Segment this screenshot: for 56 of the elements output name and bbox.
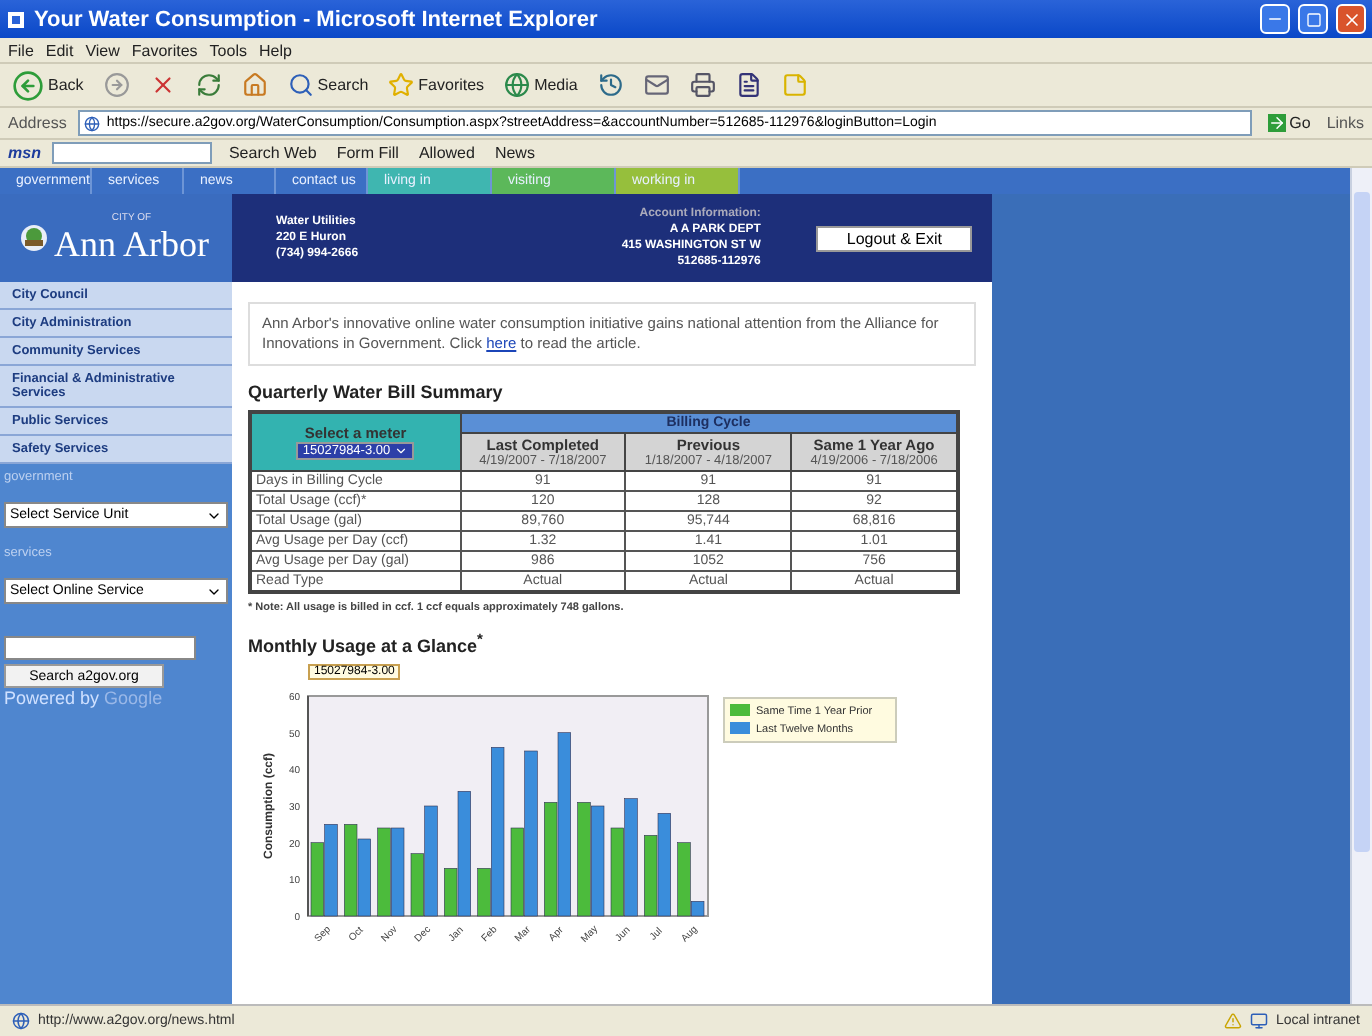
msn-toolbar-item[interactable]: Allowed bbox=[414, 144, 479, 162]
page-icon bbox=[84, 115, 101, 131]
browser-icon bbox=[6, 9, 26, 29]
window-title: Your Water Consumption - Microsoft Internet Explorer bbox=[34, 7, 600, 31]
address-label: Address bbox=[8, 114, 67, 132]
globe-icon bbox=[12, 1012, 30, 1030]
refresh-icon bbox=[195, 72, 222, 98]
mail-button[interactable] bbox=[639, 72, 674, 98]
arrow-right-icon bbox=[1267, 114, 1286, 132]
warning-icon bbox=[1223, 1012, 1242, 1030]
history-icon bbox=[597, 72, 624, 98]
favorites-button[interactable]: Favorites bbox=[384, 72, 489, 98]
city-name: Ann Arbor bbox=[54, 223, 209, 265]
msn-search-field[interactable] bbox=[52, 142, 213, 164]
msn-toolbar-item[interactable]: News bbox=[490, 144, 539, 162]
maximize-button[interactable] bbox=[1298, 4, 1328, 34]
menu-item[interactable]: Favorites bbox=[131, 41, 198, 59]
menu-item[interactable]: File bbox=[8, 41, 34, 59]
dropdown-icon bbox=[394, 444, 409, 458]
menu-item[interactable]: View bbox=[85, 41, 120, 59]
media-button[interactable]: Media bbox=[500, 72, 582, 98]
print-button[interactable] bbox=[685, 72, 720, 98]
menu-item[interactable]: Help bbox=[258, 41, 292, 59]
search-field[interactable] bbox=[4, 636, 196, 660]
back-button[interactable]: Back bbox=[8, 69, 88, 101]
msn-logo: msn bbox=[8, 144, 41, 162]
search-icon bbox=[287, 72, 314, 98]
close-icon bbox=[1341, 9, 1361, 29]
menu-item[interactable]: Tools bbox=[209, 41, 247, 59]
msn-toolbar-item[interactable]: Search Web bbox=[224, 144, 321, 162]
logout-button[interactable]: Logout & Exit bbox=[816, 225, 972, 251]
powered-by-text: Powered by Google bbox=[2, 688, 165, 708]
msn-toolbar-item[interactable]: Form Fill bbox=[332, 144, 403, 162]
links-label[interactable]: Links bbox=[1326, 114, 1364, 132]
star-icon bbox=[388, 72, 415, 98]
section-title: Quarterly Water Bill Summary bbox=[248, 382, 505, 402]
arrow-left-icon bbox=[12, 69, 44, 101]
cross-icon bbox=[149, 72, 176, 98]
search-button[interactable]: Search bbox=[283, 72, 373, 98]
scrollbar[interactable] bbox=[1350, 168, 1372, 1004]
go-button[interactable]: Go bbox=[1263, 114, 1315, 132]
minimize-button[interactable] bbox=[1260, 4, 1290, 34]
close-button[interactable] bbox=[1336, 4, 1366, 34]
note-icon bbox=[781, 72, 808, 98]
home-icon bbox=[241, 72, 268, 98]
menu-item[interactable]: Edit bbox=[45, 41, 74, 59]
computer-icon bbox=[1249, 1012, 1268, 1030]
globe-icon bbox=[504, 72, 531, 98]
section-title: Monthly Usage at a Glance$^{*}$ bbox=[248, 630, 485, 656]
forward-button[interactable] bbox=[99, 72, 134, 98]
city-seal-icon bbox=[20, 224, 48, 252]
mail-icon bbox=[643, 72, 670, 98]
document-icon bbox=[735, 72, 762, 98]
arrow-right-icon bbox=[103, 72, 130, 98]
printer-icon bbox=[689, 72, 716, 98]
maximize-icon bbox=[1305, 11, 1321, 27]
